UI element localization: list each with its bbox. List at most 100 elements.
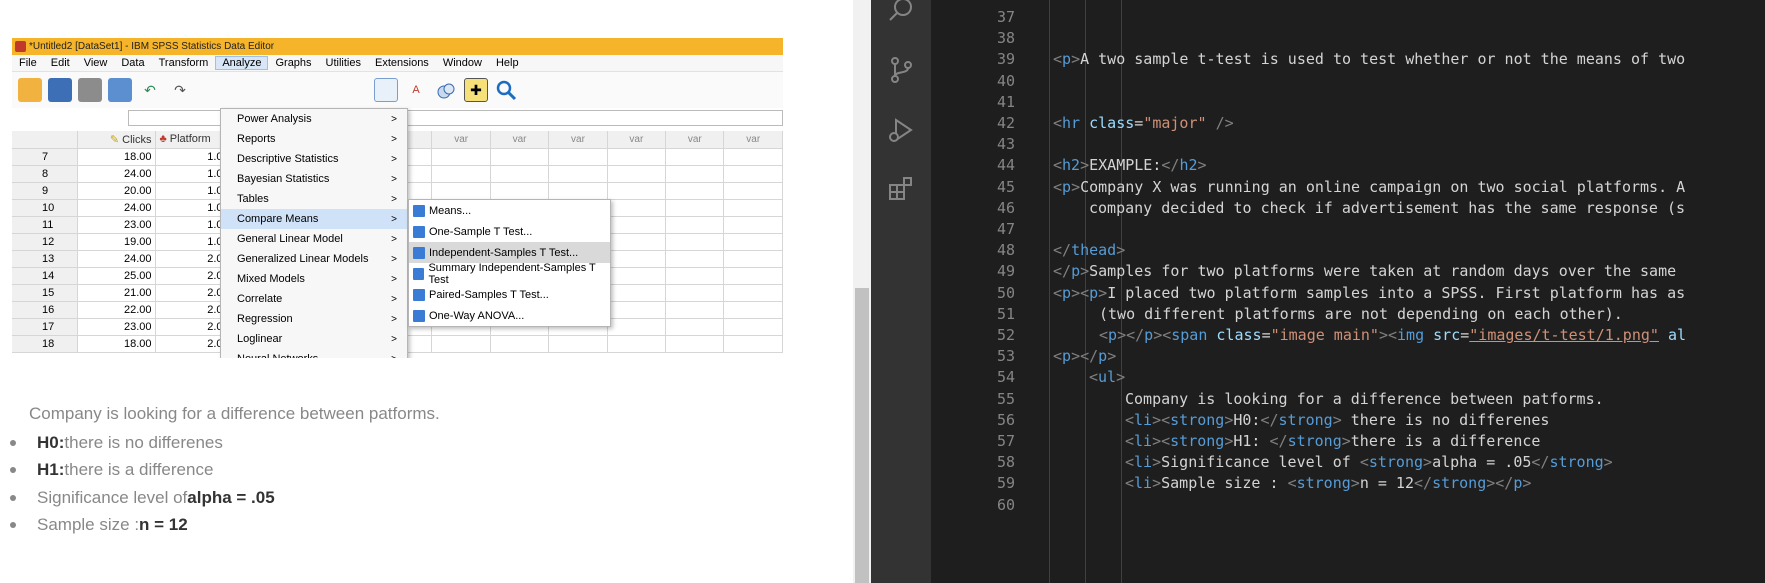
cell-empty[interactable]: [431, 335, 491, 353]
code-area[interactable]: <p>A two sample t-test is used to test w…: [1035, 0, 1765, 583]
menu-analyze[interactable]: Analyze: [215, 56, 269, 70]
analyze-menu-item[interactable]: Regression >: [221, 309, 407, 329]
row-number[interactable]: 13: [12, 250, 78, 268]
cell-clicks[interactable]: 24.00: [77, 199, 157, 217]
cell-empty[interactable]: [431, 148, 491, 166]
menu-help[interactable]: Help: [489, 57, 526, 69]
cell-empty[interactable]: [607, 250, 667, 268]
code-line[interactable]: <li><strong>H0:</strong> there is no dif…: [1125, 411, 1549, 429]
cell-empty[interactable]: [723, 335, 783, 353]
code-line[interactable]: <p></p>: [1053, 347, 1116, 365]
compare-means-item[interactable]: Means...: [409, 200, 610, 221]
cell-empty[interactable]: [665, 216, 725, 234]
code-line[interactable]: <p>Company X was running an online campa…: [1053, 178, 1685, 196]
analyze-menu-item[interactable]: Correlate >: [221, 289, 407, 309]
row-number[interactable]: 11: [12, 216, 78, 234]
cell-empty[interactable]: [607, 216, 667, 234]
row-number[interactable]: 8: [12, 165, 78, 183]
cell-empty[interactable]: [665, 148, 725, 166]
cell-empty[interactable]: [607, 233, 667, 251]
code-line[interactable]: <p>A two sample t-test is used to test w…: [1053, 50, 1685, 68]
code-line[interactable]: <h2>EXAMPLE:</h2>: [1053, 156, 1207, 174]
column-header-var[interactable]: var: [723, 131, 783, 149]
menu-utilities[interactable]: Utilities: [319, 57, 368, 69]
cell-empty[interactable]: [607, 335, 667, 353]
menu-view[interactable]: View: [77, 57, 115, 69]
analyze-menu-item[interactable]: Descriptive Statistics >: [221, 149, 407, 169]
row-number[interactable]: 16: [12, 301, 78, 319]
cell-clicks[interactable]: 24.00: [77, 250, 157, 268]
cell-empty[interactable]: [723, 250, 783, 268]
search-icon[interactable]: [494, 78, 518, 102]
cell-clicks[interactable]: 25.00: [77, 267, 157, 285]
grid-icon[interactable]: [374, 78, 398, 102]
run-debug-icon[interactable]: [885, 114, 917, 146]
code-line[interactable]: <hr class="major" />: [1053, 114, 1234, 132]
open-folder-icon[interactable]: [18, 78, 42, 102]
analyze-menu-item[interactable]: Loglinear >: [221, 329, 407, 349]
code-line[interactable]: <li>Significance level of <strong>alpha …: [1125, 453, 1613, 471]
row-number[interactable]: 18: [12, 335, 78, 353]
cell-clicks[interactable]: 24.00: [77, 165, 157, 183]
cell-empty[interactable]: [665, 250, 725, 268]
cell-empty[interactable]: [607, 148, 667, 166]
row-number[interactable]: 12: [12, 233, 78, 251]
cell-empty[interactable]: [607, 199, 667, 217]
print-icon[interactable]: [78, 78, 102, 102]
cell-empty[interactable]: [723, 267, 783, 285]
cell-clicks[interactable]: 23.00: [77, 318, 157, 336]
cell-empty[interactable]: [607, 165, 667, 183]
column-header-clicks[interactable]: ✎ Clicks: [77, 131, 157, 149]
cell-empty[interactable]: [607, 301, 667, 319]
cell-empty[interactable]: [665, 267, 725, 285]
menu-edit[interactable]: Edit: [44, 57, 77, 69]
cell-empty[interactable]: [723, 182, 783, 200]
redo-icon[interactable]: ↷: [168, 78, 192, 102]
code-line[interactable]: Company is looking for a difference betw…: [1125, 390, 1604, 408]
cell-empty[interactable]: [723, 165, 783, 183]
cell-empty[interactable]: [607, 267, 667, 285]
cell-empty[interactable]: [723, 233, 783, 251]
cell-clicks[interactable]: 20.00: [77, 182, 157, 200]
cell-empty[interactable]: [548, 335, 608, 353]
circles-icon[interactable]: [434, 78, 458, 102]
cell-empty[interactable]: [665, 301, 725, 319]
cell-empty[interactable]: [490, 182, 550, 200]
row-number[interactable]: 15: [12, 284, 78, 302]
code-line[interactable]: <ul>: [1089, 368, 1125, 386]
cell-empty[interactable]: [490, 165, 550, 183]
cell-empty[interactable]: [723, 199, 783, 217]
analyze-menu-item[interactable]: Reports >: [221, 129, 407, 149]
preview-scrollbar[interactable]: [853, 0, 871, 583]
menu-transform[interactable]: Transform: [152, 57, 216, 69]
dialog-recall-icon[interactable]: [108, 78, 132, 102]
menu-file[interactable]: File: [12, 57, 44, 69]
analyze-menu-item[interactable]: Mixed Models >: [221, 269, 407, 289]
column-header-var[interactable]: var: [490, 131, 550, 149]
row-number[interactable]: 7: [12, 148, 78, 166]
compare-means-item[interactable]: Independent-Samples T Test...: [409, 242, 610, 263]
analyze-menu-item[interactable]: Bayesian Statistics >: [221, 169, 407, 189]
column-header-var[interactable]: var: [431, 131, 491, 149]
cell-empty[interactable]: [607, 182, 667, 200]
column-header-var[interactable]: var: [548, 131, 608, 149]
cell-empty[interactable]: [723, 301, 783, 319]
column-header-var[interactable]: var: [665, 131, 725, 149]
cell-clicks[interactable]: 19.00: [77, 233, 157, 251]
cell-empty[interactable]: [548, 182, 608, 200]
cell-empty[interactable]: [723, 284, 783, 302]
cell-empty[interactable]: [431, 165, 491, 183]
cell-empty[interactable]: [490, 335, 550, 353]
cell-empty[interactable]: [665, 335, 725, 353]
cell-empty[interactable]: [665, 233, 725, 251]
analyze-menu-item[interactable]: Tables >: [221, 189, 407, 209]
scrollbar-thumb[interactable]: [855, 288, 869, 583]
compare-means-item[interactable]: Summary Independent-Samples T Test: [409, 262, 610, 286]
extensions-icon[interactable]: [885, 172, 917, 204]
cell-empty[interactable]: [723, 318, 783, 336]
value-labels-icon[interactable]: A: [404, 78, 428, 102]
analyze-menu-item[interactable]: Power Analysis >: [221, 109, 407, 129]
analyze-menu-item[interactable]: General Linear Model >: [221, 229, 407, 249]
code-line[interactable]: company decided to check if advertisemen…: [1089, 199, 1685, 217]
cell-clicks[interactable]: 23.00: [77, 216, 157, 234]
